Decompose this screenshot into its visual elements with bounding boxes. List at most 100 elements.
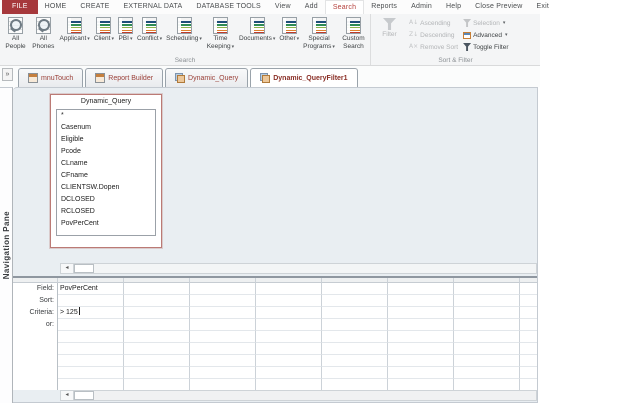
grid-cell[interactable] xyxy=(322,295,388,307)
grid-cell[interactable] xyxy=(454,331,520,343)
field-list-item[interactable]: CFname xyxy=(57,170,155,182)
grid-cell[interactable] xyxy=(388,319,454,331)
grid-cell[interactable] xyxy=(454,319,520,331)
grid-cell[interactable] xyxy=(190,355,256,367)
grid-cell[interactable] xyxy=(454,307,520,319)
ribbon-button[interactable]: Applicant▾ xyxy=(58,16,92,43)
grid-cell[interactable] xyxy=(388,331,454,343)
field-list-item[interactable]: RCLOSED xyxy=(57,206,155,218)
grid-cell[interactable] xyxy=(58,367,124,379)
grid-cell[interactable] xyxy=(322,379,388,390)
filter-item[interactable]: Toggle Filter xyxy=(463,41,508,53)
grid-cell[interactable] xyxy=(190,283,256,295)
grid-cell[interactable] xyxy=(520,379,537,390)
ribbon-tab[interactable]: Search xyxy=(324,0,365,14)
nav-pane-shutter-button[interactable]: » xyxy=(2,68,13,81)
grid-cell[interactable] xyxy=(58,355,124,367)
ribbon-tab[interactable]: Exit xyxy=(530,0,556,14)
ribbon-button[interactable]: Conflict▾ xyxy=(135,16,164,43)
grid-cell[interactable] xyxy=(256,331,322,343)
ribbon-tab[interactable]: FILE xyxy=(2,0,38,14)
scroll-left-button[interactable]: ◂ xyxy=(61,391,74,400)
grid-cell[interactable] xyxy=(256,367,322,379)
sort-item[interactable]: Z↓ Descending xyxy=(409,29,458,41)
ribbon-tab[interactable]: Admin xyxy=(404,0,439,14)
diagram-scrollbar[interactable]: ◂ xyxy=(60,263,537,274)
field-list-item[interactable]: CLname xyxy=(57,158,155,170)
ribbon-tab[interactable]: DATABASE TOOLS xyxy=(189,0,268,14)
grid-cell[interactable] xyxy=(58,331,124,343)
ribbon-button[interactable]: Custom Search xyxy=(337,16,370,51)
grid-cell[interactable] xyxy=(454,295,520,307)
grid-cell[interactable] xyxy=(322,319,388,331)
grid-cell[interactable] xyxy=(388,307,454,319)
ribbon-tab[interactable]: Add xyxy=(298,0,325,14)
grid-cell[interactable] xyxy=(388,379,454,390)
scroll-thumb[interactable] xyxy=(74,391,94,400)
grid-cell[interactable] xyxy=(256,283,322,295)
filter-item[interactable]: Selection ▾ xyxy=(463,17,508,29)
ribbon-tab[interactable]: View xyxy=(268,0,298,14)
grid-cell[interactable] xyxy=(256,379,322,390)
grid-cell[interactable] xyxy=(190,295,256,307)
grid-cell[interactable] xyxy=(58,295,124,307)
grid-cell[interactable] xyxy=(322,343,388,355)
grid-cell[interactable] xyxy=(388,367,454,379)
grid-cell[interactable]: PovPerCent xyxy=(58,283,124,295)
ribbon-tab[interactable]: Close Preview xyxy=(468,0,529,14)
grid-cell[interactable] xyxy=(256,355,322,367)
field-list-item[interactable]: PovPerCent xyxy=(57,218,155,230)
filter-button[interactable]: Filter xyxy=(375,17,404,39)
grid-cell[interactable] xyxy=(190,307,256,319)
field-list-item[interactable]: CLIENTSW.Dopen xyxy=(57,182,155,194)
ribbon-tab[interactable]: CREATE xyxy=(73,0,116,14)
grid-cell[interactable] xyxy=(256,295,322,307)
document-tab[interactable]: mnuTouch xyxy=(18,68,84,87)
navigation-pane-collapsed[interactable]: Navigation Pane xyxy=(0,87,13,403)
filter-item[interactable]: Advanced ▾ xyxy=(463,29,508,41)
document-tab[interactable]: Report Builder xyxy=(85,68,164,87)
field-list-item[interactable]: Casenum xyxy=(57,122,155,134)
grid-cell[interactable] xyxy=(520,295,537,307)
grid-cell[interactable] xyxy=(454,355,520,367)
ribbon-button[interactable]: Time Keeping▾ xyxy=(204,16,237,51)
ribbon-button[interactable]: Client▾ xyxy=(92,16,116,43)
ribbon-button[interactable]: Other▾ xyxy=(277,16,301,43)
grid-cell[interactable] xyxy=(124,283,190,295)
ribbon-button[interactable]: PBI▾ xyxy=(116,16,135,43)
grid-cell[interactable] xyxy=(520,283,537,295)
grid-cell[interactable] xyxy=(124,331,190,343)
grid-cell[interactable] xyxy=(124,307,190,319)
grid-cell[interactable] xyxy=(190,343,256,355)
ribbon-tab[interactable]: EXTERNAL DATA xyxy=(116,0,189,14)
ribbon-button[interactable]: All People xyxy=(2,16,29,51)
sort-item[interactable]: A↓ Ascending xyxy=(409,17,458,29)
grid-cell[interactable] xyxy=(520,343,537,355)
field-list-item[interactable]: Pcode xyxy=(57,146,155,158)
grid-cell[interactable] xyxy=(454,343,520,355)
grid-cell[interactable] xyxy=(322,283,388,295)
grid-cell[interactable] xyxy=(322,307,388,319)
grid-cell[interactable] xyxy=(388,355,454,367)
grid-cell[interactable] xyxy=(454,379,520,390)
grid-cell[interactable] xyxy=(520,367,537,379)
grid-cell[interactable] xyxy=(322,355,388,367)
grid-cell[interactable] xyxy=(124,379,190,390)
grid-cell[interactable] xyxy=(520,319,537,331)
document-tab[interactable]: Dynamic_Query xyxy=(165,68,249,87)
grid-cell[interactable] xyxy=(520,307,537,319)
grid-cell[interactable] xyxy=(520,331,537,343)
ribbon-button[interactable]: All Phones xyxy=(29,16,57,51)
field-list-item[interactable]: DCLOSED xyxy=(57,194,155,206)
grid-cell[interactable] xyxy=(124,319,190,331)
grid-cell[interactable] xyxy=(454,367,520,379)
grid-cell[interactable] xyxy=(190,379,256,390)
grid-cell[interactable] xyxy=(388,343,454,355)
ribbon-button[interactable]: Scheduling▾ xyxy=(164,16,204,43)
grid-cell[interactable] xyxy=(388,283,454,295)
grid-scrollbar[interactable]: ◂ xyxy=(60,390,537,401)
grid-cell[interactable] xyxy=(190,331,256,343)
grid-cell[interactable] xyxy=(388,295,454,307)
grid-cell[interactable] xyxy=(124,295,190,307)
ribbon-tab[interactable]: HOME xyxy=(38,0,74,14)
